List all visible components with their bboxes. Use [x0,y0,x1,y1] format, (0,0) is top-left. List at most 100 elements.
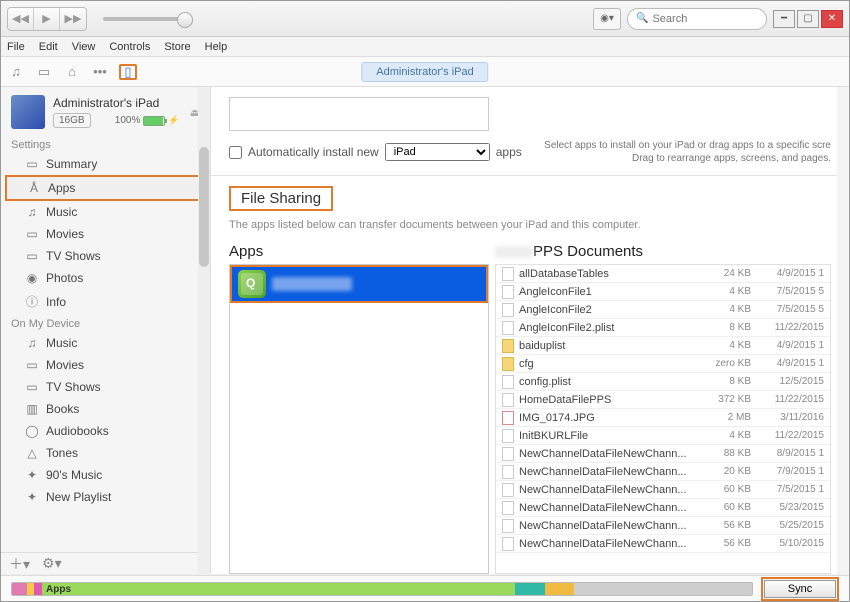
sidebar-item-audiobooks[interactable]: ◯Audiobooks [1,420,210,442]
doc-size: 4 KB [701,340,751,351]
sync-button[interactable]: Sync [764,580,836,598]
apps-list[interactable] [229,264,489,574]
device-chip[interactable]: Administrator's iPad [361,62,488,82]
file-icon [502,465,514,479]
file-icon [502,429,514,443]
volume-slider[interactable] [103,17,193,21]
file-icon [502,339,514,353]
main-panel: Automatically install new iPad apps Sele… [211,87,849,574]
sidebar-item-tv-shows[interactable]: ▭TV Shows [1,245,210,267]
auto-install-select[interactable]: iPad [385,143,490,161]
sidebar-item-info[interactable]: ⓘInfo [1,289,210,314]
doc-row[interactable]: NewChannelDataFileNewChann...88 KB8/9/20… [496,445,830,463]
doc-row[interactable]: NewChannelDataFileNewChann...60 KB5/23/2… [496,499,830,517]
gear-icon[interactable]: ⚙▾ [42,555,62,572]
menu-controls[interactable]: Controls [109,41,150,53]
doc-size: 88 KB [701,448,751,459]
doc-row[interactable]: NewChannelDataFileNewChann...20 KB7/9/20… [496,463,830,481]
app-row-selected[interactable] [230,265,488,303]
doc-size: 8 KB [701,376,751,387]
device-button[interactable]: ▯ [119,64,137,80]
doc-date: 4/9/2015 1 [756,358,824,369]
sidebar-item-movies[interactable]: ▭Movies [1,223,210,245]
doc-date: 11/22/2015 [756,322,824,333]
sidebar-item-90-s-music[interactable]: ✦90's Music [1,464,210,486]
sidebar-item-tv-shows[interactable]: ▭TV Shows [1,376,210,398]
capacity-bar: Apps [11,582,753,596]
close-icon[interactable]: ✕ [821,10,843,28]
doc-name: allDatabaseTables [519,268,696,280]
doc-date: 11/22/2015 [756,430,824,441]
sidebar-scrollbar[interactable] [198,87,210,574]
doc-date: 4/9/2015 1 [756,340,824,351]
sidebar-item-books[interactable]: ▥ Books [1,398,210,420]
doc-row[interactable]: config.plist8 KB12/5/2015 [496,373,830,391]
doc-name: cfg [519,358,696,370]
doc-row[interactable]: AngleIconFile14 KB7/5/2015 5 [496,283,830,301]
doc-size: 60 KB [701,484,751,495]
main-scrollbar[interactable] [837,87,849,574]
doc-row[interactable]: NewChannelDataFileNewChann...60 KB7/5/20… [496,481,830,499]
sidebar-item-label: Summary [46,157,97,171]
sidebar-item-icon: ▭ [25,249,39,263]
more-icon[interactable]: ••• [91,64,109,80]
doc-name: HomeDataFilePPS [519,394,696,406]
sidebar-item-icon: ▭ [25,157,39,171]
docs-list[interactable]: allDatabaseTables24 KB4/9/2015 1AngleIco… [495,264,831,574]
sidebar-item-label: Books [46,402,79,416]
next-icon[interactable]: ▶▶ [60,8,86,30]
doc-row[interactable]: AngleIconFile2.plist8 KB11/22/2015 [496,319,830,337]
doc-row[interactable]: NewChannelDataFileNewChann...56 KB5/10/2… [496,535,830,553]
maximize-icon[interactable]: ▢ [797,10,819,28]
doc-row[interactable]: allDatabaseTables24 KB4/9/2015 1 [496,265,830,283]
sidebar-item-icon: ▭ [25,358,39,372]
doc-row[interactable]: NewChannelDataFileNewChann...56 KB5/25/2… [496,517,830,535]
doc-row[interactable]: baiduplist4 KB4/9/2015 1 [496,337,830,355]
prev-icon[interactable]: ◀◀ [8,8,34,30]
doc-size: 4 KB [701,286,751,297]
menu-edit[interactable]: Edit [39,41,58,53]
sidebar-item-photos[interactable]: ◉Photos [1,267,210,289]
doc-date: 5/23/2015 [756,502,824,513]
search-input[interactable] [652,13,758,25]
sidebar-item-label: Movies [46,227,84,241]
app-label [272,277,352,291]
doc-row[interactable]: cfgzero KB4/9/2015 1 [496,355,830,373]
sidebar-item-movies[interactable]: ▭Movies [1,354,210,376]
account-button[interactable]: ◉▾ [593,8,621,30]
auto-install-checkbox[interactable] [229,146,242,159]
file-icon [502,303,514,317]
sidebar-item-label: Tones [46,446,78,460]
sidebar-item-label: Apps [48,181,75,195]
doc-date: 7/5/2015 5 [756,304,824,315]
movies-icon[interactable]: ▭ [35,64,53,80]
menu-help[interactable]: Help [205,41,228,53]
play-icon[interactable]: ▶ [34,8,60,30]
sidebar-item-summary[interactable]: ▭ Summary [1,153,210,175]
doc-date: 7/5/2015 1 [756,484,824,495]
doc-row[interactable]: HomeDataFilePPS372 KB11/22/2015 [496,391,830,409]
music-icon[interactable]: ♫ [7,64,25,80]
minimize-icon[interactable]: ━ [773,10,795,28]
sidebar-item-tones[interactable]: △Tones [1,442,210,464]
doc-size: 2 MB [701,412,751,423]
doc-size: 20 KB [701,466,751,477]
doc-row[interactable]: IMG_0174.JPG2 MB3/11/2016 [496,409,830,427]
doc-date: 11/22/2015 [756,394,824,405]
doc-row[interactable]: AngleIconFile24 KB7/5/2015 5 [496,301,830,319]
sidebar-item-music[interactable]: ♫Music [1,332,210,354]
menu-view[interactable]: View [72,41,96,53]
hint-text: Select apps to install on your iPad or d… [544,139,831,165]
preview-box [229,97,489,131]
menu-file[interactable]: File [7,41,25,53]
sidebar-item-music[interactable]: ♫Music [1,201,210,223]
menu-store[interactable]: Store [164,41,190,53]
sidebar-item-new-playlist[interactable]: ✦New Playlist [1,486,210,508]
search-box[interactable]: 🔍 [627,8,767,30]
sidebar-item-icon: ▥ [25,402,39,416]
doc-row[interactable]: InitBKURLFile4 KB11/22/2015 [496,427,830,445]
doc-name: NewChannelDataFileNewChann... [519,502,696,514]
add-icon[interactable]: ＋▾ [9,554,30,574]
tv-icon[interactable]: ⌂ [63,64,81,80]
sidebar-item-apps[interactable]: ÅApps [5,175,206,201]
